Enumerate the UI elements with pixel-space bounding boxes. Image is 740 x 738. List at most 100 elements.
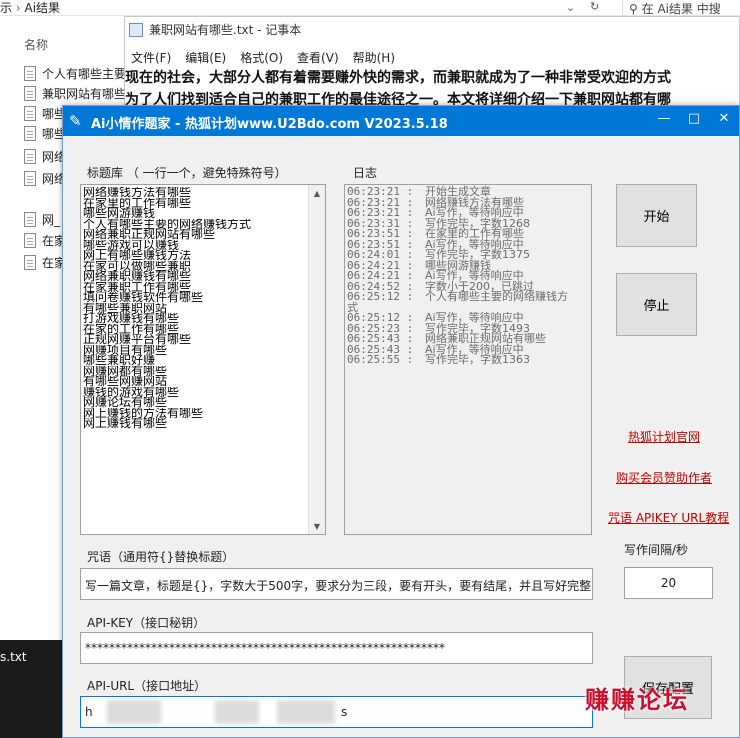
title-line: 网赚项目有哪些 [83,344,168,356]
search-icon: ⚲ [629,2,638,16]
text-file-icon [24,148,36,164]
title-line: 个人有哪些主要的网络赚钱方式 [83,218,252,230]
apiurl-value-end: s [341,705,348,719]
title-line: 网络兼职正规网站有哪些 [83,229,216,240]
close-button[interactable]: ✕ [709,106,739,130]
titles-scrollbar[interactable]: ▲ ▼ [308,185,325,534]
taskbar-label[interactable]: s.txt [0,650,27,664]
menu-help[interactable]: 帮助(H) [353,49,395,66]
explorer-address-bar: 示 › Ai结果 ⌄ ↻ ⚲ 在 Ai结果 中搜 [0,0,740,16]
menu-edit[interactable]: 编辑(E) [185,49,226,66]
log-list: 06:23:21 : 开始生成文章 06:23:21 : 网络赚钱方法有哪些 06:23… [347,186,589,366]
scroll-down-icon[interactable]: ▼ [309,518,325,534]
title-line: 正规网赚平台有哪些 [83,334,192,345]
title-line: 填问卷赚钱软件有哪些 [83,292,204,303]
log-message: 写作完毕，字数1363 [425,353,530,366]
scroll-up-icon[interactable]: ▲ [309,185,325,201]
column-header-name[interactable]: 名称 [24,36,48,53]
log-entry: 06:25:12 : 个人有哪些主要的网络赚钱方 [347,290,589,303]
start-button[interactable]: 开始 [616,184,697,247]
prompt-label: 咒语（通用符{}替换标题） [87,550,235,564]
forum-watermark: 赚赚论坛 [585,686,689,714]
file-item[interactable]: 兼职网站有哪些 [24,83,124,103]
text-file-icon [24,254,36,270]
apiurl-value-start: h [85,705,93,719]
log-message: 个人有哪些主要的网络赚钱方 [425,290,568,303]
apikey-label: API-KEY（接口秘钥） [87,616,206,630]
titles-label: 标题库 （ 一行一个，避免特殊符号） [87,166,287,180]
app-title-bar[interactable]: ✎ Ai小情作题家 - 热狐计划www.U2Bdo.com V2023.5.18… [63,106,739,136]
text-file-icon [24,170,36,186]
notepad-window: 兼职网站有哪些.txt - 记事本 文件(F) 编辑(E) 格式(O) 查看(V… [124,16,740,116]
notepad-title-bar: 兼职网站有哪些.txt - 记事本 [129,21,301,38]
apiurl-label: API-URL（接口地址） [87,679,207,693]
menu-view[interactable]: 查看(V) [297,49,339,66]
file-item[interactable]: 个人有哪些主要 [24,63,124,83]
title-line: 网上赚钱的方法有哪些 [83,407,204,419]
text-file-icon [24,105,36,121]
maximize-button[interactable]: □ [679,106,709,130]
title-line: 赚钱的游戏有哪些 [83,386,180,398]
title-line: 网络兼职赚钱有哪些 [83,271,192,282]
text-file-icon [24,232,36,248]
title-line: 哪些游戏可以赚钱 [83,239,180,251]
apiurl-input[interactable]: h s [80,696,593,728]
breadcrumb-folder[interactable]: Ai结果 [24,1,60,15]
title-line: 哪些网游赚钱 [83,208,156,219]
interval-label: 写作间隔/秒 [624,543,689,557]
text-file-icon [24,125,36,141]
title-line: 打游戏赚钱有哪些 [83,313,180,324]
log-label: 日志 [353,166,378,180]
prompt-input[interactable]: 写一篇文章，标题是{}，字数大于500字，要求分为三段，要有开头，要有结尾，并且… [80,568,593,600]
title-line: 网赚论坛有哪些 [83,397,168,408]
pencil-icon: ✎ [69,112,82,130]
title-line: 在家兼职工作有哪些 [83,281,192,293]
log-time: 06:25:55 : [347,353,414,366]
titles-list: 网络赚钱方法有哪些 在家里的工作有哪些 哪些网游赚钱 个人有哪些主要的网络赚钱方式 网络… [83,187,309,429]
interval-input[interactable]: 20 [624,567,713,599]
stop-button[interactable]: 停止 [616,273,697,336]
dropdown-icon[interactable]: ⌄ [566,1,575,14]
official-site-link[interactable]: 热狐计划官网 [628,428,700,445]
menu-format[interactable]: 格式(O) [240,49,283,66]
tutorial-link[interactable]: 咒语 APIKEY URL教程 [608,509,729,526]
text-file-icon [24,211,36,227]
text-file-icon [24,65,36,81]
log-time: 06:25:12 : [347,290,414,303]
title-line: 有哪些兼职网站 [83,302,168,314]
text-file-icon [24,85,36,101]
explorer-nav-buttons: ⌄ ↻ [560,0,622,16]
apikey-input[interactable]: ****************************************… [80,632,593,664]
notepad-menu-bar: 文件(F) 编辑(E) 格式(O) 查看(V) 帮助(H) [131,49,395,66]
title-line: 哪些兼职好赚 [83,355,156,366]
log-textarea[interactable]: 06:23:21 : 开始生成文章 06:23:21 : 网络赚钱方法有哪些 06:23… [344,184,592,535]
breadcrumb[interactable]: 示 › Ai结果 [0,0,60,16]
search-placeholder: 在 Ai结果 中搜 [641,2,721,16]
title-line: 在家的工作有哪些 [83,323,180,335]
title-line: 网赚网都有哪些 [83,365,168,377]
titles-textarea[interactable]: 网络赚钱方法有哪些 在家里的工作有哪些 哪些网游赚钱 个人有哪些主要的网络赚钱方式 网络… [80,184,326,535]
buy-membership-link[interactable]: 购买会员赞助作者 [616,469,712,486]
redaction-blur [215,700,259,724]
menu-file[interactable]: 文件(F) [131,49,171,66]
app-title: Ai小情作题家 - 热狐计划www.U2Bdo.com V2023.5.18 [91,117,448,132]
window-controls: — □ ✕ [649,106,739,130]
title-line: 网上有哪些赚钱方法 [83,250,192,261]
refresh-icon[interactable]: ↻ [590,0,599,13]
notepad-line: 现在的社会，大部分人都有着需要赚外快的需求，而兼职就成为了一种非常受欢迎的方式 [125,70,671,86]
redaction-blur [277,700,335,724]
title-line: 网络赚钱方法有哪些 [83,187,192,198]
title-line: 在家可以做哪些兼职 [83,260,192,272]
explorer-search-box[interactable]: ⚲ 在 Ai结果 中搜 [622,0,740,16]
redaction-blur [107,700,161,724]
notepad-icon [129,22,143,37]
breadcrumb-separator-icon: › [15,1,21,15]
notepad-title: 兼职网站有哪些.txt - 记事本 [149,23,302,37]
ai-writer-window: ✎ Ai小情作题家 - 热狐计划www.U2Bdo.com V2023.5.18… [62,105,740,738]
title-line: 有哪些网赚网站 [83,376,168,387]
title-line: 网上赚钱有哪些 [83,418,168,429]
breadcrumb-prefix: 示 [0,1,13,15]
title-line: 在家里的工作有哪些 [83,197,192,209]
minimize-button[interactable]: — [649,106,679,130]
log-entry: 06:25:55 : 写作完毕，字数1363 [347,353,589,366]
